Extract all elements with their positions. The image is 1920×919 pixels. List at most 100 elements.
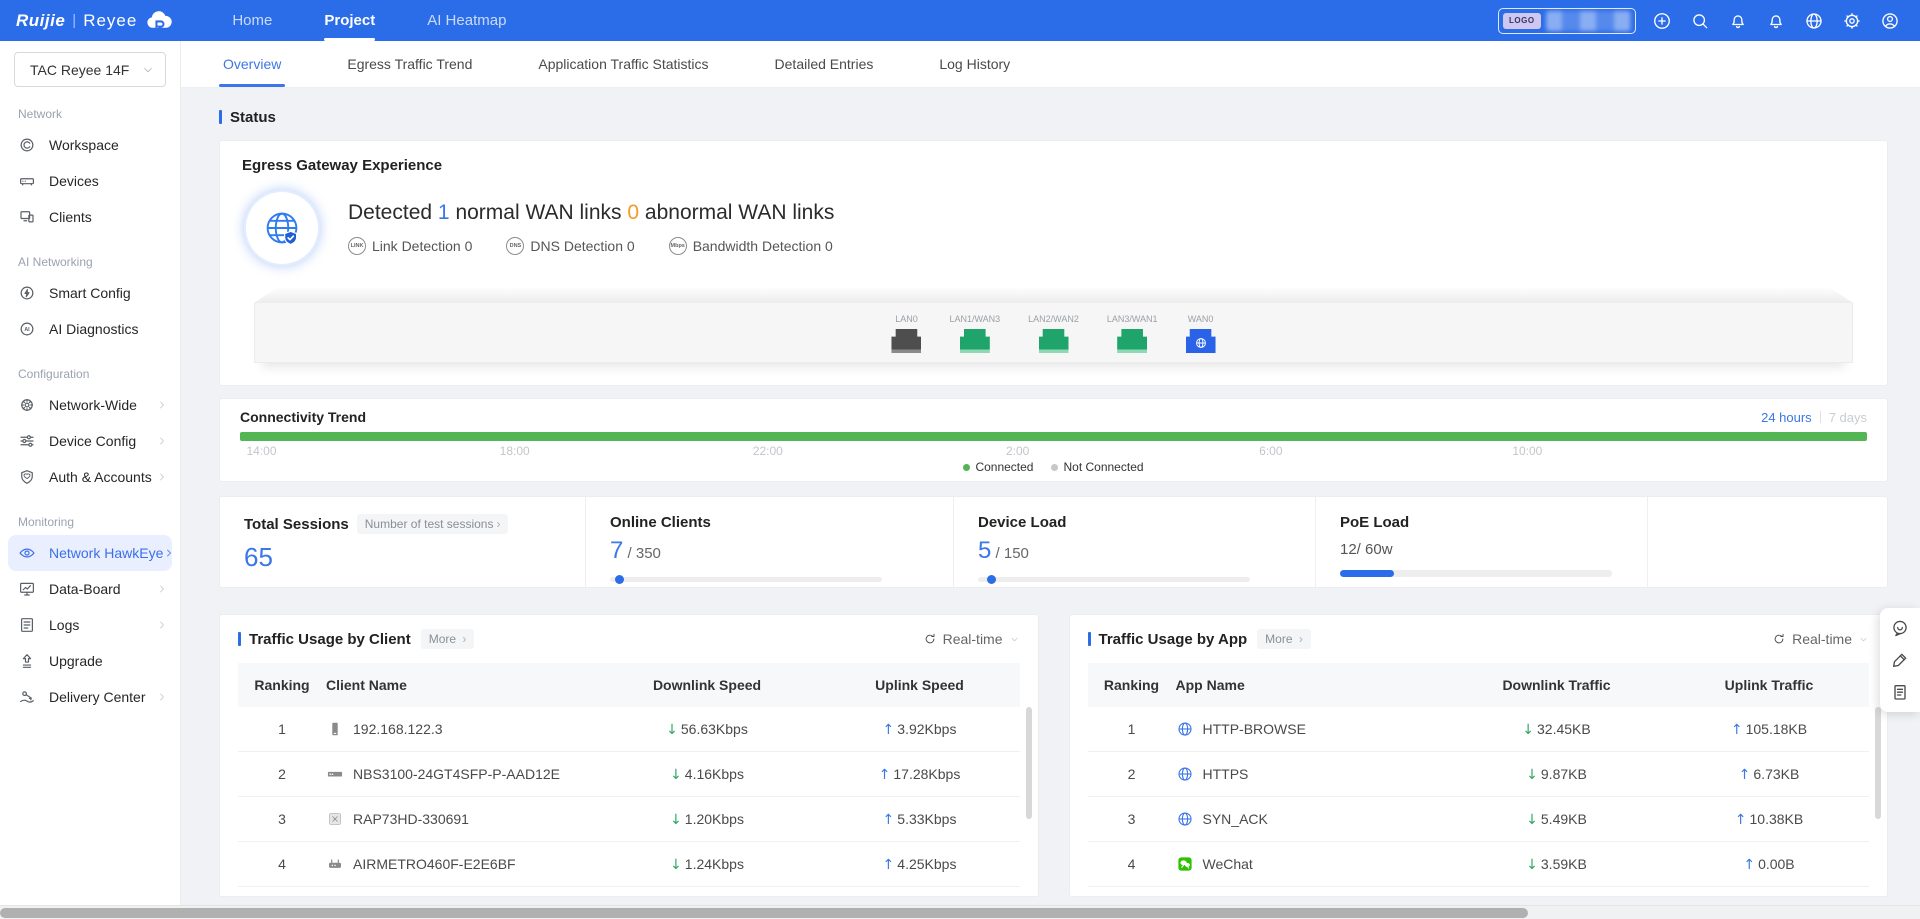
downlink-cell: ↓32.45KB <box>1444 721 1669 738</box>
tab-overview[interactable]: Overview <box>219 41 285 87</box>
port-wan0[interactable]: WAN0 <box>1186 314 1216 353</box>
devices-icon <box>18 172 36 190</box>
down-arrow-icon: ↓ <box>1522 722 1534 738</box>
sidebar-item-devices[interactable]: Devices <box>0 163 180 199</box>
account-pill[interactable]: LOGO <box>1498 8 1636 34</box>
up-arrow-icon: ↑ <box>879 767 891 783</box>
chevron-right-icon <box>156 399 168 411</box>
message-bell-button[interactable] <box>1764 9 1788 33</box>
online-clients-value: 7 <box>610 537 623 564</box>
ranking-cell: 1 <box>238 721 326 737</box>
client-table-scrollbar[interactable] <box>1026 707 1032 819</box>
horizontal-scrollbar-thumb[interactable] <box>0 908 1528 918</box>
section-accent-bar <box>1088 632 1091 646</box>
app-table-scrollbar[interactable] <box>1875 707 1881 819</box>
down-arrow-icon: ↓ <box>1526 812 1538 828</box>
project-selector[interactable]: TAC Reyee 14F <box>14 52 166 87</box>
account-avatar-button[interactable] <box>1878 9 1902 33</box>
feedback-pen-button[interactable] <box>1890 650 1910 670</box>
web-icon <box>1176 765 1194 783</box>
test-sessions-link[interactable]: Number of test sessions› <box>357 514 509 534</box>
client-table-body: 1 192.168.122.3 ↓56.63Kbps ↑3.92Kbps 2 N… <box>238 707 1020 887</box>
uplink-cell: ↑3.92Kbps <box>820 721 1020 738</box>
chevron-right-icon: › <box>462 632 466 646</box>
client-table-row[interactable]: 2 NBS3100-24GT4SFP-P-AAD12E ↓4.16Kbps ↑1… <box>238 752 1020 797</box>
name-cell: HTTP-BROWSE <box>1176 720 1445 738</box>
tab-detailed-entries[interactable]: Detailed Entries <box>771 41 878 87</box>
down-arrow-icon: ↓ <box>670 857 682 873</box>
connectivity-bar[interactable] <box>240 432 1867 441</box>
sidebar-item-network-wide[interactable]: Network-Wide <box>0 387 180 423</box>
time-tick: 14:00 <box>247 444 277 458</box>
tab-application-traffic-statistics[interactable]: Application Traffic Statistics <box>534 41 712 87</box>
add-button[interactable] <box>1650 9 1674 33</box>
nav-ai-heatmap[interactable]: AI Heatmap <box>401 0 532 41</box>
client-table-card-header: Traffic Usage by Client More › Real-time <box>238 629 1020 649</box>
stat-total-sessions: Total Sessions Number of test sessions› … <box>220 497 585 587</box>
client-table-row[interactable]: 3 RAP73HD-330691 ↓1.20Kbps ↑5.33Kbps <box>238 797 1020 842</box>
port-lan1-wan3[interactable]: LAN1/WAN3 <box>949 314 1000 353</box>
sidebar-item-clients[interactable]: Clients <box>0 199 180 235</box>
auth-accounts-icon <box>18 468 36 486</box>
sidebar-item-delivery-center[interactable]: Delivery Center <box>0 679 180 715</box>
ranking-cell: 4 <box>238 856 326 872</box>
client-table-row[interactable]: 4 AIRMETRO460F-E2E6BF ↓1.24Kbps ↑4.25Kbp… <box>238 842 1020 887</box>
horizontal-scrollbar[interactable] <box>0 905 1920 919</box>
range-7-days[interactable]: 7 days <box>1829 410 1867 425</box>
range-24-hours[interactable]: 24 hours <box>1761 410 1812 425</box>
app-table-header-row: RankingApp NameDownlink TrafficUplink Tr… <box>1088 663 1870 707</box>
sidebar-item-smart-config[interactable]: Smart Config <box>0 275 180 311</box>
app-table-body: 1 HTTP-BROWSE ↓32.45KB ↑105.18KB 2 HTTPS… <box>1088 707 1870 887</box>
client-table-more-link[interactable]: More › <box>421 629 475 649</box>
port-lan3-wan1[interactable]: LAN3/WAN1 <box>1107 314 1158 353</box>
port-lan2-wan2[interactable]: LAN2/WAN2 <box>1028 314 1079 353</box>
app-table-row[interactable]: 2 HTTPS ↓9.87KB ↑6.73KB <box>1088 752 1870 797</box>
chevron-down-icon <box>141 63 155 77</box>
chevron-down-icon <box>1009 634 1020 645</box>
web-icon <box>1176 720 1194 738</box>
sidebar-item-upgrade[interactable]: Upgrade <box>0 643 180 679</box>
app-table-realtime-dropdown[interactable]: Real-time <box>1772 631 1869 647</box>
up-arrow-icon: ↑ <box>1739 767 1751 783</box>
port-lan0[interactable]: LAN0 <box>891 314 921 353</box>
time-axis: 14:0018:0022:002:006:0010:00 <box>240 444 1867 459</box>
chevron-right-icon <box>156 583 168 595</box>
brand-logo[interactable]: Ruijie | Reyee <box>0 10 188 32</box>
client-table-row[interactable]: 1 192.168.122.3 ↓56.63Kbps ↑3.92Kbps <box>238 707 1020 752</box>
sidebar-menu: Network Workspace Devices Clients AI Net… <box>0 107 180 715</box>
nav-project[interactable]: Project <box>298 0 401 41</box>
app-table-row[interactable]: 3 SYN_ACK ↓5.49KB ↑10.38KB <box>1088 797 1870 842</box>
sidebar-section-label: Network <box>18 107 180 121</box>
language-globe-button[interactable] <box>1802 9 1826 33</box>
app-table-more-link[interactable]: More › <box>1257 629 1311 649</box>
client-table-realtime-dropdown[interactable]: Real-time <box>923 631 1020 647</box>
nav-home[interactable]: Home <box>206 0 298 41</box>
alarm-bell-button[interactable] <box>1726 9 1750 33</box>
abnormal-wan-count: 0 <box>627 201 639 224</box>
live-chat-button[interactable] <box>1890 618 1910 638</box>
client-table-header-row: RankingClient NameDownlink SpeedUplink S… <box>238 663 1020 707</box>
downlink-cell: ↓3.59KB <box>1444 856 1669 873</box>
ranking-cell: 2 <box>238 766 326 782</box>
downlink-cell: ↓56.63Kbps <box>595 721 820 738</box>
sidebar-item-auth-accounts[interactable]: Auth & Accounts <box>0 459 180 495</box>
mbps-badge-icon: Mbps <box>669 237 687 255</box>
sidebar-item-workspace[interactable]: Workspace <box>0 127 180 163</box>
poe-load-title: PoE Load <box>1340 514 1647 531</box>
sidebar-item-network-hawkeye[interactable]: Network HawkEye <box>8 535 172 571</box>
sidebar-item-device-config[interactable]: Device Config <box>0 423 180 459</box>
app-table-row[interactable]: 1 HTTP-BROWSE ↓32.45KB ↑105.18KB <box>1088 707 1870 752</box>
app-table-row[interactable]: 4 WeChat ↓3.59KB ↑0.00B <box>1088 842 1870 887</box>
tab-egress-traffic-trend[interactable]: Egress Traffic Trend <box>343 41 476 87</box>
chevron-right-icon <box>156 619 168 631</box>
client-table-title: Traffic Usage by Client <box>249 631 411 648</box>
brand-divider: | <box>72 12 76 29</box>
phone-icon <box>326 720 344 738</box>
sidebar-item-ai-diagnostics[interactable]: AI AI Diagnostics <box>0 311 180 347</box>
settings-gear-button[interactable] <box>1840 9 1864 33</box>
tab-log-history[interactable]: Log History <box>935 41 1014 87</box>
document-clipboard-button[interactable] <box>1890 682 1910 702</box>
search-button[interactable] <box>1688 9 1712 33</box>
sidebar-item-logs[interactable]: Logs <box>0 607 180 643</box>
sidebar-item-data-board[interactable]: Data-Board <box>0 571 180 607</box>
